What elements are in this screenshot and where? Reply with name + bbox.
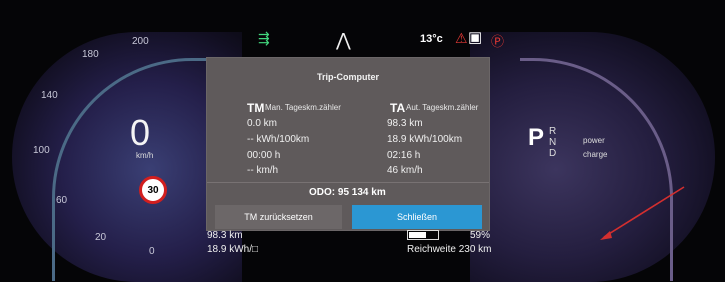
ta-consumption: 18.9 kWh/100km	[387, 134, 463, 145]
divider	[207, 182, 489, 183]
tm-distance: 0.0 km	[247, 118, 278, 129]
trip-consumption: 18.9 kWh/□	[207, 244, 259, 255]
tick-60: 60	[56, 195, 68, 206]
temperature: 13°c	[420, 33, 443, 45]
dialog-title: Trip-Computer	[317, 72, 379, 82]
parking-icon: Ⓟ	[491, 34, 505, 49]
charge-label: charge	[583, 150, 608, 159]
tick-20: 20	[95, 232, 107, 243]
tick-100: 100	[33, 145, 50, 156]
annotation-arrow	[592, 183, 692, 243]
reset-tm-button[interactable]: TM zurücksetzen	[215, 205, 342, 229]
close-button[interactable]: Schließen	[352, 205, 482, 229]
ta-speed: 46 km/h	[387, 165, 423, 176]
seatbelt-icon: ⚠	[455, 30, 468, 46]
car-icon: ▣	[468, 29, 483, 46]
road-icon: ⋀	[336, 30, 351, 50]
speed-unit: km/h	[136, 151, 154, 160]
gear-list: R N D	[549, 126, 556, 159]
tm-label: TM	[247, 101, 265, 115]
tick-180: 180	[82, 49, 99, 60]
tm-subtitle: Man. Tageskm.zähler	[265, 103, 341, 112]
ta-label: TA	[390, 101, 406, 115]
tm-consumption: -- kWh/100km	[247, 134, 310, 145]
tick-0: 0	[149, 246, 155, 257]
tick-140: 140	[41, 90, 58, 101]
speed-value: 0	[130, 112, 151, 153]
trip-computer-dialog: Trip-Computer TM Man. Tageskm.zähler TA …	[206, 57, 685, 240]
gear-selected: P	[528, 124, 545, 151]
battery-icon	[407, 230, 439, 240]
gear-r: R	[549, 126, 557, 137]
beam-icon: ⇶	[258, 30, 270, 46]
range: Reichweite 230 km	[407, 244, 492, 255]
annotation-arrow-icon	[600, 186, 685, 240]
speed-limit-sign: 30	[139, 176, 167, 204]
ta-subtitle: Aut. Tageskm.zähler	[406, 103, 479, 112]
battery-percent: 59%	[470, 230, 491, 241]
ta-distance: 98.3 km	[387, 118, 423, 129]
tm-speed: -- km/h	[247, 165, 279, 176]
tm-time: 00:00 h	[247, 150, 281, 161]
odometer: ODO: 95 134 km	[309, 187, 386, 198]
tick-200: 200	[132, 36, 149, 47]
battery-level	[409, 232, 426, 238]
power-label: power	[583, 136, 605, 145]
ta-time: 02:16 h	[387, 150, 421, 161]
gear-n: N	[549, 137, 557, 148]
instrument-cluster: 180 200 140 100 60 20 0 0 km/h 30 ⇶ ⋀ 13…	[0, 0, 725, 282]
gear-d: D	[549, 148, 557, 159]
trip-distance: 98.3 km	[207, 230, 243, 241]
